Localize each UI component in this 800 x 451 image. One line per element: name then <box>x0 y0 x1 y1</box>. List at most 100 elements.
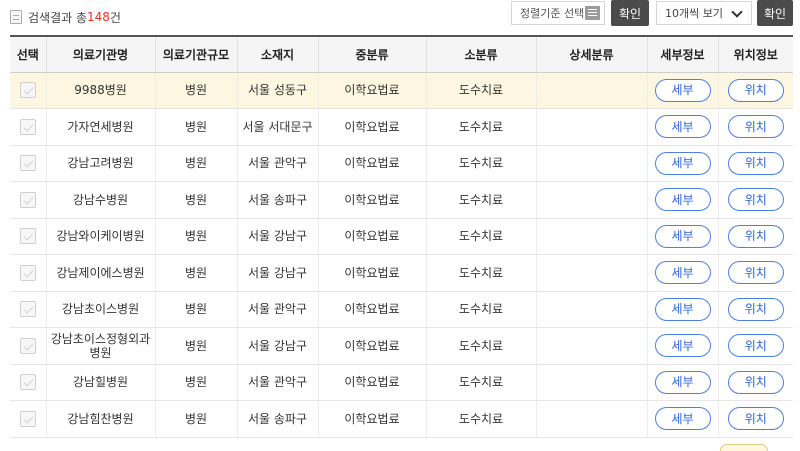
table-row[interactable]: 강남초이스병원 병원 서울 관악구 이학요법료 도수치료 세부 위치 <box>10 291 793 328</box>
page-size-confirm-button[interactable]: 확인 <box>757 0 793 26</box>
location-button[interactable]: 위치 <box>727 334 784 358</box>
detail-info-cell: 세부 <box>646 181 718 219</box>
hospital-size: 병원 <box>154 364 237 401</box>
hospital-size: 병원 <box>154 72 237 109</box>
hospital-location: 서울 송파구 <box>236 400 318 438</box>
document-icon <box>10 10 22 24</box>
table-row[interactable]: 강남힐병원 병원 서울 관악구 이학요법료 도수치료 세부 위치 <box>10 364 793 401</box>
row-select-cell <box>10 218 46 255</box>
hospital-size: 병원 <box>154 327 237 365</box>
row-checkbox[interactable] <box>19 264 36 281</box>
location-button[interactable]: 위치 <box>727 261 784 285</box>
sub-category: 도수치료 <box>425 254 536 292</box>
table-row[interactable]: 강남힘찬병원 병원 서울 송파구 이학요법료 도수치료 세부 위치 <box>10 400 793 438</box>
row-select-cell <box>10 254 46 292</box>
row-checkbox[interactable] <box>19 374 36 391</box>
hospital-name: 강남초이스병원 <box>45 291 155 328</box>
sort-select[interactable]: 정렬기준 선택 <box>511 1 605 25</box>
table-row[interactable]: 강남와이케이병원 병원 서울 강남구 이학요법료 도수치료 세부 위치 <box>10 218 793 255</box>
mid-category: 이학요법료 <box>317 145 426 182</box>
sort-label: 정렬기준 선택 <box>520 7 585 20</box>
detail-button[interactable]: 세부 <box>654 78 711 102</box>
row-checkbox[interactable] <box>19 337 36 354</box>
location-button[interactable]: 위치 <box>727 188 784 212</box>
detail-button[interactable]: 세부 <box>654 407 711 431</box>
detail-button[interactable]: 세부 <box>654 188 711 212</box>
hospital-location: 서울 서대문구 <box>236 108 318 146</box>
list-icon <box>585 6 600 20</box>
location-button[interactable]: 위치 <box>727 407 784 431</box>
detail-button[interactable]: 세부 <box>654 151 711 175</box>
row-checkbox[interactable] <box>19 191 36 208</box>
detail-button[interactable]: 세부 <box>654 297 711 321</box>
row-select-cell <box>10 327 46 365</box>
hospital-name: 강남힐병원 <box>45 364 155 401</box>
hospital-location: 서울 송파구 <box>236 181 318 219</box>
hospital-size: 병원 <box>154 181 237 219</box>
row-checkbox[interactable] <box>19 82 36 99</box>
col-header-sub-category: 소분류 <box>425 35 536 73</box>
location-button[interactable]: 위치 <box>727 224 784 248</box>
detail-button[interactable]: 세부 <box>654 370 711 394</box>
mid-category: 이학요법료 <box>317 72 426 109</box>
detail-info-cell: 세부 <box>646 145 718 182</box>
detail-button[interactable]: 세부 <box>654 224 711 248</box>
col-header-name: 의료기관명 <box>45 35 155 73</box>
row-checkbox[interactable] <box>19 155 36 172</box>
hospital-name: 강남초이스정형외과병원 <box>45 327 155 365</box>
sub-category: 도수치료 <box>425 181 536 219</box>
table-row[interactable]: 가자연세병원 병원 서울 서대문구 이학요법료 도수치료 세부 위치 <box>10 108 793 146</box>
hospital-name: 강남고려병원 <box>45 145 155 182</box>
table-row[interactable]: 강남제이에스병원 병원 서울 강남구 이학요법료 도수치료 세부 위치 <box>10 254 793 292</box>
table-row[interactable]: 강남초이스정형외과병원 병원 서울 강남구 이학요법료 도수치료 세부 위치 <box>10 327 793 365</box>
detail-category <box>535 364 647 401</box>
detail-button[interactable]: 세부 <box>654 334 711 358</box>
location-button[interactable]: 위치 <box>727 115 784 139</box>
location-button[interactable]: 위치 <box>727 151 784 175</box>
location-button[interactable]: 위치 <box>727 78 784 102</box>
hospital-location: 서울 강남구 <box>236 327 318 365</box>
hospital-location: 서울 성동구 <box>236 72 318 109</box>
row-checkbox[interactable] <box>19 118 36 135</box>
detail-info-cell: 세부 <box>646 400 718 438</box>
table-row[interactable]: 강남고려병원 병원 서울 관악구 이학요법료 도수치료 세부 위치 <box>10 145 793 182</box>
row-checkbox[interactable] <box>19 301 36 318</box>
sub-category: 도수치료 <box>425 72 536 109</box>
hospital-name: 강남힘찬병원 <box>45 400 155 438</box>
detail-category <box>535 254 647 292</box>
sub-category: 도수치료 <box>425 145 536 182</box>
sub-category: 도수치료 <box>425 364 536 401</box>
row-select-cell <box>10 181 46 219</box>
row-checkbox[interactable] <box>19 228 36 245</box>
result-suffix: 건 <box>109 10 121 25</box>
detail-info-cell: 세부 <box>646 108 718 146</box>
chevron-down-icon <box>731 6 743 18</box>
row-checkbox[interactable] <box>19 410 36 427</box>
table-row[interactable]: 강남수병원 병원 서울 송파구 이학요법료 도수치료 세부 위치 <box>10 181 793 219</box>
table-row[interactable]: 9988병원 병원 서울 성동구 이학요법료 도수치료 세부 위치 <box>10 72 793 109</box>
detail-category <box>535 218 647 255</box>
detail-button[interactable]: 세부 <box>654 261 711 285</box>
mid-category: 이학요법료 <box>317 218 426 255</box>
hospital-size: 병원 <box>154 108 237 146</box>
sub-category: 도수치료 <box>425 218 536 255</box>
location-button[interactable]: 위치 <box>727 297 784 321</box>
page-size-select[interactable]: 10개씩 보기 <box>656 1 752 25</box>
result-label: 검색결과 총 <box>28 10 88 25</box>
detail-button[interactable]: 세부 <box>654 115 711 139</box>
hospital-size: 병원 <box>154 291 237 328</box>
table-header-row: 선택 의료기관명 의료기관규모 소재지 중분류 소분류 상세분류 세부정보 위치… <box>10 35 793 73</box>
detail-category <box>535 327 647 365</box>
detail-info-cell: 세부 <box>646 291 718 328</box>
row-select-cell <box>10 72 46 109</box>
sort-confirm-button[interactable]: 확인 <box>611 0 649 26</box>
sub-category: 도수치료 <box>425 108 536 146</box>
location-button[interactable]: 위치 <box>727 370 784 394</box>
detail-info-cell: 세부 <box>646 364 718 401</box>
result-count: 148 <box>87 10 110 24</box>
location-info-cell: 위치 <box>717 291 793 328</box>
location-info-cell: 위치 <box>717 145 793 182</box>
sub-category: 도수치료 <box>425 400 536 438</box>
hospital-name: 강남제이에스병원 <box>45 254 155 292</box>
location-info-cell: 위치 <box>717 181 793 219</box>
